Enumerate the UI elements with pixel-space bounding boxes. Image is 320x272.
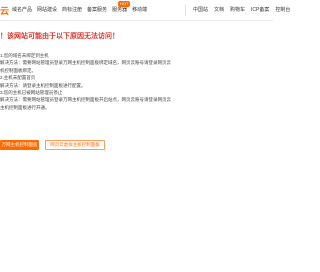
nav-right: 中国站 文档 购物车 ICP备案 控制台 — [193, 6, 296, 13]
reason-line: 主机控制面板进行开通。 — [0, 104, 50, 110]
nav-item-icp[interactable]: ICP备案 — [251, 6, 269, 13]
error-headline: ！该网站可能由于以下原因无法访问！ — [0, 33, 119, 40]
reason-line: 机控制面板绑定。 — [0, 67, 36, 73]
nav-item-domain[interactable]: 域名产品 — [12, 6, 32, 13]
hot-badge: HOT — [118, 1, 131, 7]
reason-line: 解决方法：需要网站管理员登录万网主机控制面板开启站点，网页云账号请登录网页云 — [0, 97, 171, 103]
top-nav-bar: 云 域名产品 网站建设 商标注册 备案服务 服务器 移动端 HOT 中国站 文档… — [0, 0, 290, 21]
nav-item-console[interactable]: 控制台 — [275, 6, 290, 13]
wanwang-control-panel-button[interactable]: 万网主机控制面板 — [0, 140, 39, 150]
webpage-cloud-control-panel-button[interactable]: 网页云虚拟主机控制面板 — [45, 140, 105, 150]
reason-line: 1.您的域名未绑定到主机 — [0, 53, 49, 58]
reason-line: 3.您的主机已被网站管理员停止 — [0, 90, 63, 96]
nav-item-china-site[interactable]: 中国站 — [193, 6, 208, 13]
nav-item-docs[interactable]: 文档 — [214, 6, 224, 13]
reason-line: 解决方法：请登录主机控制面板进行配置。 — [0, 82, 86, 88]
nav-item-beian[interactable]: 备案服务 — [87, 6, 107, 13]
site-logo[interactable]: 云 — [0, 4, 9, 17]
nav-left: 域名产品 网站建设 商标注册 备案服务 服务器 移动端 — [12, 6, 152, 13]
nav-item-trademark[interactable]: 商标注册 — [62, 6, 82, 13]
reason-line: 2.主机未配置首页 — [0, 75, 36, 81]
reason-line: 解决方法：需要网站管理员登录万网主机控制面板绑定域名，网页云账号请登录网页云 — [0, 60, 171, 66]
nav-item-website[interactable]: 网站建设 — [37, 6, 57, 13]
nav-item-server[interactable]: 服务器 — [112, 6, 127, 13]
reason-list: 1.您的域名未绑定到主机 解决方法：需要网站管理员登录万网主机控制面板绑定域名，… — [0, 52, 200, 111]
nav-item-mobile[interactable]: 移动端 — [132, 6, 147, 13]
nav-item-cart[interactable]: 购物车 — [230, 6, 245, 13]
nav-divider — [185, 4, 186, 16]
